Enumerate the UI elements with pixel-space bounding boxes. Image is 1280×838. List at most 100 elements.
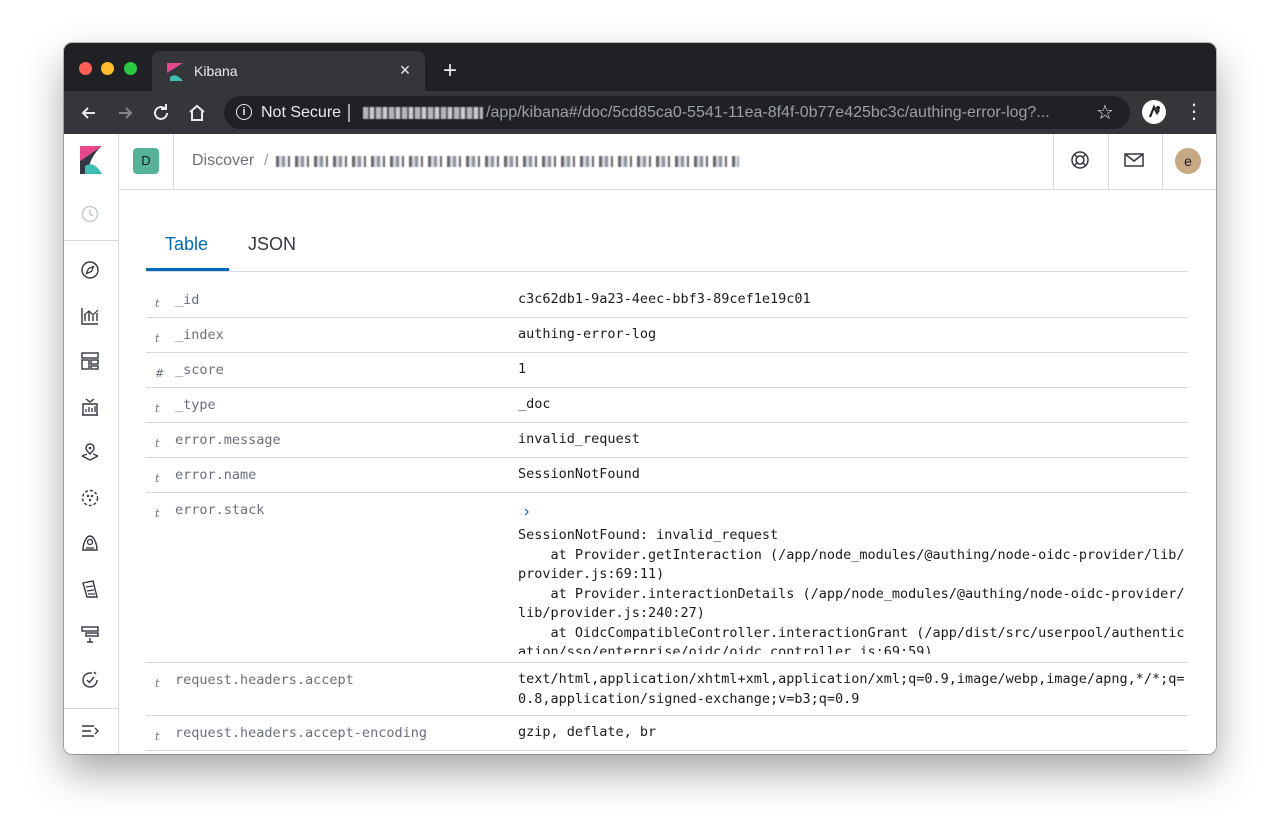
machine-learning-icon	[81, 489, 99, 507]
newsfeed-button[interactable]	[1122, 148, 1146, 172]
header-divider	[1108, 134, 1109, 189]
discover-compass-icon	[81, 261, 99, 279]
nav-uptime[interactable]	[79, 669, 101, 691]
table-row: # _score 1	[146, 353, 1188, 388]
nav-maps[interactable]	[79, 441, 101, 463]
breadcrumb-discover[interactable]: Discover	[192, 152, 254, 170]
field-name: _score	[175, 362, 224, 378]
nav-machine-learning[interactable]	[79, 487, 101, 509]
bookmark-star-icon[interactable]: ☆	[1096, 103, 1114, 123]
infrastructure-icon	[82, 535, 98, 551]
home-icon	[189, 104, 205, 121]
mail-icon	[1124, 153, 1144, 167]
arrow-left-icon	[81, 107, 95, 119]
breadcrumb-separator: /	[264, 152, 269, 169]
maps-icon	[81, 443, 99, 461]
nav-logs[interactable]	[79, 578, 101, 600]
field-value: c3c62db1-9a23-4eec-bbf3-89cef1e19c01	[518, 291, 811, 307]
redacted-host	[363, 107, 483, 119]
kibana-favicon-icon	[167, 63, 183, 81]
address-separator	[348, 104, 350, 122]
nav-visualize[interactable]	[79, 305, 101, 327]
table-row: t error.name SessionNotFound	[146, 458, 1188, 493]
new-tab-button[interactable]: +	[437, 59, 463, 85]
nav-collapse-toggle[interactable]	[79, 720, 101, 742]
nav-discover[interactable]	[79, 259, 101, 281]
browser-toolbar: i Not Secure /app/kibana#/doc/5cd85ca0-5…	[64, 91, 1216, 134]
nav-recently-viewed[interactable]	[79, 203, 101, 225]
field-name: _id	[175, 292, 200, 308]
browser-window: Kibana × + i Not Secure /app/kibana#/doc…	[64, 43, 1216, 754]
expand-chevron-icon[interactable]: ›	[524, 502, 529, 522]
table-row: t request.headers.accept text/html,appli…	[146, 663, 1188, 716]
close-window-button[interactable]	[79, 62, 92, 75]
nav-apm[interactable]	[79, 623, 101, 645]
canvas-icon	[82, 398, 98, 416]
tab-close-icon[interactable]: ×	[395, 60, 415, 80]
reload-icon	[154, 104, 168, 120]
field-type-string-icon: t	[155, 472, 160, 485]
field-name: _type	[175, 397, 216, 413]
tab-json[interactable]: JSON	[248, 234, 296, 255]
header-divider	[1053, 134, 1054, 189]
field-value: SessionNotFound	[518, 466, 640, 482]
recent-clock-icon	[81, 205, 99, 223]
apm-icon	[81, 626, 99, 643]
reload-button[interactable]	[148, 100, 174, 126]
field-value: gzip, deflate, br	[518, 724, 657, 740]
field-name: error.message	[175, 432, 281, 448]
field-type-string-icon: t	[155, 507, 160, 520]
nav-canvas[interactable]	[79, 396, 101, 418]
kibana-logo-icon[interactable]	[80, 146, 102, 174]
field-value: 1	[518, 361, 527, 377]
help-menu-button[interactable]	[1068, 148, 1092, 172]
extension-icon[interactable]	[1142, 100, 1166, 124]
nav-dashboard[interactable]	[79, 350, 101, 372]
logs-icon	[82, 580, 98, 598]
field-type-string-icon: t	[155, 437, 160, 450]
field-value: text/html,application/xhtml+xml,applicat…	[518, 671, 1185, 707]
field-type-string-icon: t	[155, 402, 160, 415]
side-nav	[64, 189, 119, 754]
field-name: _index	[175, 327, 224, 343]
space-selector-avatar[interactable]: D	[133, 148, 159, 174]
url-text: /app/kibana#/doc/5cd85ca0-5541-11ea-8f4f…	[486, 104, 1050, 121]
dashboard-icon	[81, 352, 99, 370]
maximize-window-button[interactable]	[124, 62, 137, 75]
doc-viewer: Table JSON t _id c3c62db1-9a23-4eec-bbf3…	[119, 190, 1216, 754]
back-button[interactable]	[76, 100, 102, 126]
arrow-right-icon	[119, 107, 133, 119]
collapse-menu-icon	[82, 725, 99, 737]
field-type-string-icon: t	[155, 297, 160, 310]
browser-menu-icon[interactable]: ⋮	[1184, 101, 1204, 123]
kibana-header: D Discover / e	[64, 134, 1216, 190]
field-type-string-icon: t	[155, 332, 160, 345]
table-row: t _index authing-error-log	[146, 318, 1188, 353]
field-type-string-icon: t	[155, 677, 160, 690]
site-info-icon[interactable]: i	[236, 104, 252, 120]
field-value: _doc	[518, 396, 551, 412]
tab-title: Kibana	[194, 63, 238, 79]
address-bar[interactable]: i Not Secure /app/kibana#/doc/5cd85ca0-5…	[224, 96, 1130, 129]
field-name: error.stack	[175, 502, 265, 518]
table-row: t _id c3c62db1-9a23-4eec-bbf3-89cef1e19c…	[146, 283, 1188, 318]
header-divider	[1162, 134, 1163, 189]
field-value: authing-error-log	[518, 326, 657, 342]
field-value-truncated: SessionNotFound: invalid_request at Prov…	[518, 527, 1185, 654]
active-tab-indicator	[146, 268, 229, 271]
table-row: t _type _doc	[146, 388, 1188, 423]
lifebuoy-help-icon	[1071, 151, 1089, 169]
nav-infrastructure[interactable]	[79, 532, 101, 554]
user-avatar[interactable]: e	[1175, 148, 1201, 174]
minimize-window-button[interactable]	[101, 62, 114, 75]
nav-divider	[64, 708, 118, 709]
browser-tab-kibana[interactable]: Kibana ×	[152, 51, 425, 91]
doc-viewer-tabs: Table JSON	[146, 228, 1188, 272]
table-row: t request.headers.accept-encoding gzip, …	[146, 716, 1188, 751]
header-divider	[173, 134, 174, 189]
field-name: request.headers.accept-encoding	[175, 725, 427, 741]
tab-table[interactable]: Table	[165, 234, 208, 255]
forward-button[interactable]	[112, 100, 138, 126]
field-name: request.headers.accept	[175, 672, 354, 688]
home-button[interactable]	[184, 100, 210, 126]
